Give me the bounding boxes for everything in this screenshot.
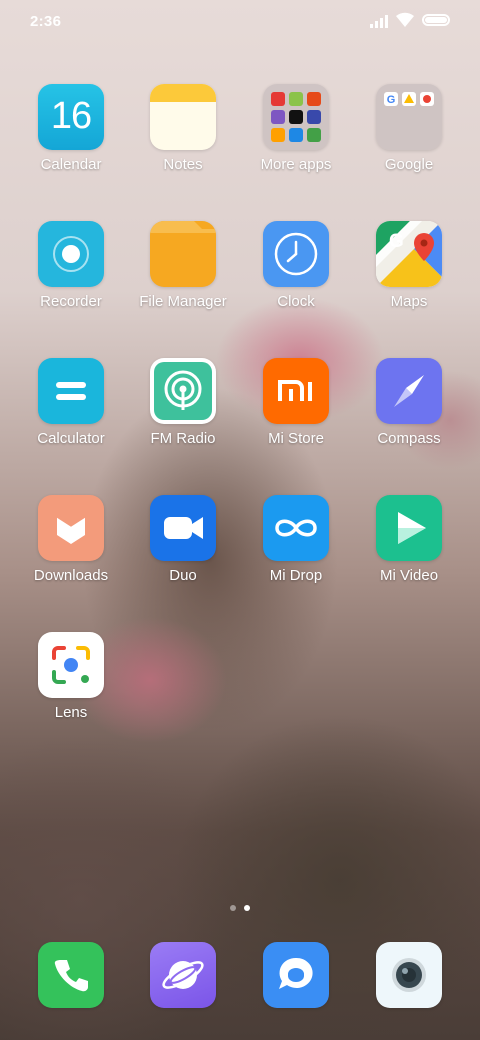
messaging-icon — [263, 942, 329, 1008]
svg-text:G: G — [389, 231, 404, 252]
app-label: FM Radio — [150, 430, 216, 447]
clock-icon — [263, 221, 329, 287]
calculator-icon — [38, 358, 104, 424]
infinity-icon — [263, 495, 329, 561]
folder-icon — [263, 84, 329, 150]
app-mi-store[interactable]: Mi Store — [241, 358, 351, 447]
dock-phone[interactable] — [16, 942, 126, 1008]
folder-google[interactable]: G Google — [354, 84, 464, 173]
folder-file-icon — [150, 221, 216, 287]
calendar-date: 16 — [50, 95, 92, 137]
radio-icon — [150, 358, 216, 424]
app-lens[interactable]: Lens — [16, 632, 126, 721]
dock-camera[interactable] — [354, 942, 464, 1008]
lens-icon — [38, 632, 104, 698]
app-notes[interactable]: Notes — [128, 84, 238, 173]
app-label: Mi Store — [268, 430, 324, 447]
app-downloads[interactable]: Downloads — [16, 495, 126, 584]
video-camera-icon — [150, 495, 216, 561]
app-mi-drop[interactable]: Mi Drop — [241, 495, 351, 584]
app-label: Downloads — [33, 567, 109, 584]
app-label: Google — [384, 156, 434, 173]
status-time: 2:36 — [30, 13, 62, 30]
folder-more-apps[interactable]: More apps — [241, 84, 351, 173]
calendar-icon: 16 — [38, 84, 104, 150]
signal-icon — [370, 14, 390, 28]
app-label: Duo — [169, 567, 197, 584]
compass-icon — [376, 358, 442, 424]
folder-icon: G — [376, 84, 442, 150]
app-compass[interactable]: Compass — [354, 358, 464, 447]
app-label: Lens — [54, 704, 88, 721]
app-label: Mi Drop — [269, 567, 323, 584]
dock-messaging[interactable] — [241, 942, 351, 1008]
recorder-icon — [38, 221, 104, 287]
app-mi-video[interactable]: Mi Video — [354, 495, 464, 584]
browser-icon — [150, 942, 216, 1008]
app-maps[interactable]: G Maps — [354, 221, 464, 310]
play-icon — [376, 495, 442, 561]
app-label: Recorder — [40, 293, 102, 310]
camera-icon — [376, 942, 442, 1008]
app-duo[interactable]: Duo — [128, 495, 238, 584]
phone-icon — [38, 942, 104, 1008]
dock-browser[interactable] — [128, 942, 238, 1008]
downloads-icon — [38, 495, 104, 561]
app-calculator[interactable]: Calculator — [16, 358, 126, 447]
app-label: Mi Video — [379, 567, 439, 584]
page-indicator — [0, 898, 480, 916]
app-label: Calendar — [40, 156, 102, 173]
page-dot[interactable] — [230, 905, 236, 911]
app-label: More apps — [260, 156, 332, 173]
notes-icon — [150, 84, 216, 150]
app-fm-radio[interactable]: FM Radio — [128, 358, 238, 447]
app-label: Calculator — [37, 430, 105, 447]
status-bar: 2:36 — [0, 0, 480, 44]
app-label: Compass — [377, 430, 441, 447]
app-file-manager[interactable]: File Manager — [128, 221, 238, 310]
app-label: File Manager — [139, 293, 227, 310]
wifi-icon — [396, 12, 414, 27]
app-label: Maps — [390, 293, 428, 310]
maps-icon: G — [376, 221, 442, 287]
app-calendar[interactable]: 16 Calendar — [16, 84, 126, 173]
battery-icon — [422, 14, 450, 26]
svg-text:G: G — [387, 94, 396, 106]
app-label: Notes — [163, 156, 203, 173]
mi-logo-icon — [263, 358, 329, 424]
app-label: Clock — [277, 293, 315, 310]
app-clock[interactable]: Clock — [241, 221, 351, 310]
app-recorder[interactable]: Recorder — [16, 221, 126, 310]
page-dot-active[interactable] — [244, 905, 250, 911]
